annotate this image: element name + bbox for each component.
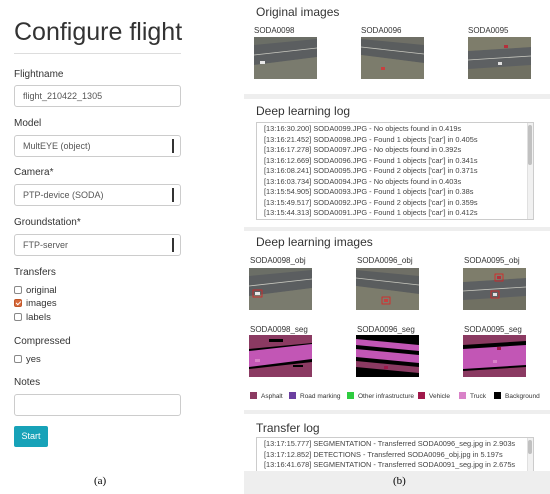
camera-select[interactable]: PTP-device (SODA): [14, 184, 181, 206]
notes-label: Notes: [14, 377, 41, 388]
original-images-title: Original images: [256, 5, 340, 19]
monitor-panel: Original images SODA0098 SODA0096 SODA00…: [244, 0, 550, 494]
select-arrows-icon: [172, 139, 178, 153]
original-image-label: SODA0096: [361, 26, 402, 35]
log-line: [13:15:49.517] SODA0092.JPG - Found 2 ob…: [264, 197, 478, 207]
legend-item-road-marking: Road marking: [289, 392, 340, 401]
transfer-option-label: original: [26, 285, 57, 296]
seg-image-thumbnail[interactable]: [249, 335, 312, 377]
obj-image-label: SODA0098_obj: [250, 256, 306, 265]
log-line: [13:16:41.678] SEGMENTATION - Transferre…: [264, 460, 516, 469]
compressed-option-label: yes: [26, 354, 41, 365]
log-line: [13:16:30.200] SODA0099.JPG - No objects…: [264, 124, 462, 133]
groundstation-label: Groundstation*: [14, 217, 81, 228]
log-scrollbar-thumb[interactable]: [528, 440, 532, 454]
log-line: [13:15:44.313] SODA0091.JPG - Found 1 ob…: [264, 208, 478, 217]
transfer-labels-checkbox[interactable]: labels: [14, 312, 51, 324]
log-line: [13:16:21.452] SODA0098.JPG - Found 1 ob…: [264, 134, 478, 144]
legend-item-truck: Truck: [459, 392, 486, 401]
deep-learning-log-card: Deep learning log [13:16:30.200] SODA009…: [244, 99, 550, 227]
log-line: [13:17:12.852] DETECTIONS - Transferred …: [264, 449, 503, 459]
transfer-option-label: images: [26, 298, 57, 309]
legend-item-asphalt: Asphalt: [250, 392, 283, 401]
transfer-log-box[interactable]: [13:17:15.777] SEGMENTATION - Transferre…: [256, 437, 534, 471]
caption-a: (a): [94, 475, 107, 487]
seg-image-label: SODA0096_seg: [357, 325, 415, 334]
transfer-original-checkbox[interactable]: original: [14, 285, 57, 297]
log-line: [13:16:03.734] SODA0094.JPG - No objects…: [264, 176, 462, 186]
log-line: [13:15:54.905] SODA0093.JPG - Found 1 ob…: [264, 187, 474, 196]
original-image-thumbnail[interactable]: [254, 37, 317, 79]
checkbox-icon: [14, 355, 22, 363]
obj-image-thumbnail[interactable]: [249, 268, 312, 310]
legend-swatch: [347, 392, 354, 399]
legend-item-other-infrastructure: Other infrastructure: [347, 392, 414, 401]
groundstation-select-value: FTP-server: [23, 240, 68, 250]
seg-image-label: SODA0098_seg: [250, 325, 308, 334]
log-scrollbar[interactable]: [527, 438, 533, 471]
legend-label: Other infrastructure: [358, 393, 414, 400]
legend-swatch: [250, 392, 257, 399]
deep-learning-log-box[interactable]: [13:16:30.200] SODA0099.JPG - No objects…: [256, 122, 534, 220]
transfer-images-checkbox[interactable]: images: [14, 298, 57, 310]
compressed-yes-checkbox[interactable]: yes: [14, 354, 41, 366]
transfer-log-card: Transfer log [13:17:15.777] SEGMENTATION…: [244, 414, 550, 471]
original-image-thumbnail[interactable]: [361, 37, 424, 79]
checkbox-icon: [14, 286, 22, 294]
obj-image-label: SODA0096_obj: [357, 256, 413, 265]
log-scrollbar-thumb[interactable]: [528, 125, 532, 165]
compressed-label: Compressed: [14, 336, 71, 347]
obj-image-thumbnail[interactable]: [463, 268, 526, 310]
groundstation-select[interactable]: FTP-server: [14, 234, 181, 256]
title-divider: [14, 53, 181, 54]
obj-image-thumbnail[interactable]: [356, 268, 419, 310]
legend-swatch: [418, 392, 425, 399]
notes-input[interactable]: [14, 394, 181, 416]
obj-image-label: SODA0095_obj: [464, 256, 520, 265]
model-select[interactable]: MultEYE (object): [14, 135, 181, 157]
model-label: Model: [14, 118, 42, 129]
legend-label: Asphalt: [261, 393, 283, 400]
page-title: Configure flight: [14, 18, 183, 46]
camera-label: Camera*: [14, 167, 54, 178]
log-line: [13:16:17.278] SODA0097.JPG - No objects…: [264, 145, 462, 154]
flightname-label: Flightname: [14, 69, 64, 80]
seg-image-thumbnail[interactable]: [356, 335, 419, 377]
camera-select-value: PTP-device (SODA): [23, 190, 104, 200]
log-scrollbar[interactable]: [527, 123, 533, 219]
transfers-label: Transfers: [14, 267, 56, 278]
checked-checkbox-icon: [14, 299, 22, 307]
original-images-card: Original images SODA0098 SODA0096 SODA00…: [244, 0, 550, 94]
original-image-thumbnail[interactable]: [468, 37, 531, 79]
select-arrows-icon: [172, 238, 178, 252]
configure-flight-form: Configure flight Flightname flight_21042…: [0, 0, 200, 494]
legend-swatch: [494, 392, 501, 399]
legend-item-background: Background: [494, 392, 540, 401]
start-button[interactable]: Start: [14, 426, 48, 447]
model-select-value: MultEYE (object): [23, 141, 91, 151]
legend-label: Road marking: [300, 393, 341, 400]
legend-label: Background: [505, 393, 540, 400]
original-image-label: SODA0098: [254, 26, 295, 35]
legend-label: Vehicle: [429, 393, 450, 400]
transfer-option-label: labels: [26, 312, 51, 323]
flightname-input[interactable]: flight_210422_1305: [14, 85, 181, 107]
log-line: [13:17:15.777] SEGMENTATION - Transferre…: [264, 439, 516, 448]
seg-image-label: SODA0095_seg: [464, 325, 522, 334]
log-line: [13:16:12.669] SODA0096.JPG - Found 1 ob…: [264, 155, 478, 165]
legend-item-vehicle: Vehicle: [418, 392, 450, 401]
log-line: [13:16:08.241] SODA0095.JPG - Found 2 ob…: [264, 166, 478, 175]
deep-learning-images-title: Deep learning images: [256, 235, 373, 249]
transfer-log-title: Transfer log: [256, 421, 320, 435]
deep-learning-log-title: Deep learning log: [256, 104, 351, 118]
seg-image-thumbnail[interactable]: [463, 335, 526, 377]
select-arrows-icon: [172, 188, 178, 202]
checkbox-icon: [14, 313, 22, 321]
legend-label: Truck: [470, 393, 487, 400]
legend-swatch: [289, 392, 296, 399]
legend-swatch: [459, 392, 466, 399]
original-image-label: SODA0095: [468, 26, 509, 35]
caption-b: (b): [393, 475, 406, 487]
deep-learning-images-card: Deep learning images SODA0098_obj SODA00…: [244, 231, 550, 410]
